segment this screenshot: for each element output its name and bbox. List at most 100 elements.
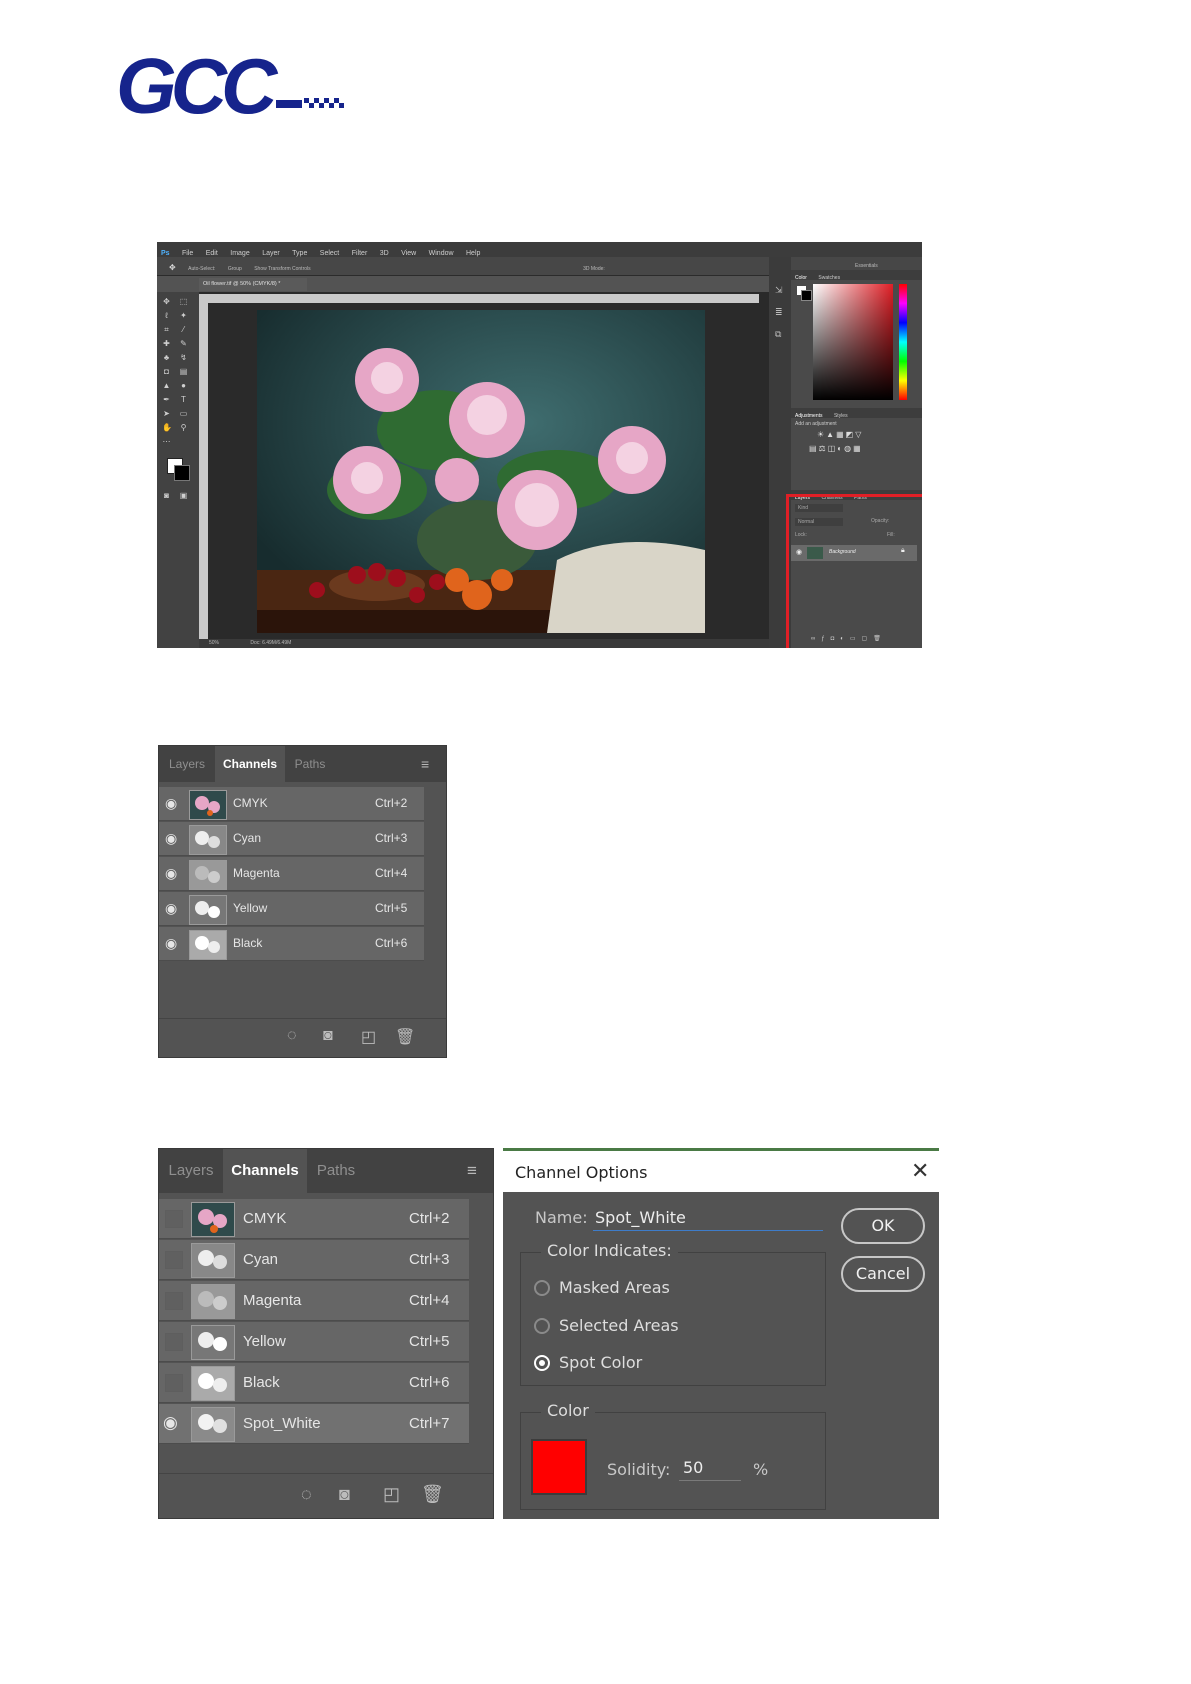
channel-row-cmyk[interactable]: ◉ CMYK Ctrl+2 <box>159 787 424 821</box>
selected-areas-radio[interactable] <box>534 1318 550 1334</box>
visibility-toggle[interactable] <box>165 1292 183 1310</box>
group-select[interactable]: Group <box>228 266 242 272</box>
trash-icon[interactable]: 🗑︎ <box>395 1027 415 1047</box>
menu-file[interactable]: File <box>182 250 193 257</box>
visibility-eye-icon[interactable]: ◉ <box>165 900 177 917</box>
crop-tool-icon[interactable]: ⌗ <box>162 326 171 334</box>
channel-row-black[interactable]: Black Ctrl+6 <box>159 1363 469 1403</box>
tab-channels[interactable]: Channels <box>215 746 285 782</box>
zoom-level[interactable]: 50% <box>209 640 219 646</box>
menu-image[interactable]: Image <box>230 250 249 257</box>
shape-tool-icon[interactable]: ▭ <box>179 410 188 418</box>
blur-tool-icon[interactable]: ▲ <box>162 382 171 390</box>
document-canvas-image[interactable] <box>257 310 705 633</box>
visibility-eye-icon[interactable]: ◉ <box>165 865 177 882</box>
stamp-tool-icon[interactable]: ♣ <box>162 354 171 362</box>
masked-areas-radio[interactable] <box>534 1280 550 1296</box>
gradient-tool-icon[interactable]: ▤ <box>179 368 188 376</box>
lasso-tool-icon[interactable]: ℓ <box>162 312 171 320</box>
channel-row-yellow[interactable]: Yellow Ctrl+5 <box>159 1322 469 1362</box>
new-channel-icon[interactable]: ◰ <box>383 1484 400 1505</box>
properties-panel-icon[interactable]: ≣ <box>775 307 783 318</box>
tab-swatches[interactable]: Swatches <box>818 275 840 281</box>
brush-tool-icon[interactable]: ✎ <box>179 340 188 348</box>
visibility-toggle[interactable] <box>165 1374 183 1392</box>
background-color-swatch[interactable] <box>174 465 190 481</box>
path-select-tool-icon[interactable]: ➤ <box>162 410 171 418</box>
color-field[interactable] <box>813 284 893 400</box>
menu-select[interactable]: Select <box>320 250 339 257</box>
channel-row-magenta[interactable]: ◉ Magenta Ctrl+4 <box>159 857 424 891</box>
menu-window[interactable]: Window <box>429 250 454 257</box>
healing-tool-icon[interactable]: ✚ <box>162 340 171 348</box>
dodge-tool-icon[interactable]: ● <box>179 382 188 390</box>
tab-adjustments[interactable]: Adjustments <box>795 413 823 419</box>
trash-icon[interactable]: 🗑︎ <box>421 1484 444 1505</box>
menu-3d[interactable]: 3D <box>380 250 389 257</box>
solidity-field[interactable]: 50 <box>683 1458 703 1477</box>
hue-slider[interactable] <box>899 284 907 400</box>
channel-row-yellow[interactable]: ◉ Yellow Ctrl+5 <box>159 892 424 926</box>
move-tool-icon[interactable]: ✥ <box>169 263 176 272</box>
panel-menu-icon[interactable]: ≡ <box>421 756 429 772</box>
channel-row-spot-white[interactable]: ◉ Spot_White Ctrl+7 <box>159 1404 469 1444</box>
hand-tool-icon[interactable]: ✋ <box>162 424 172 432</box>
tab-channels[interactable]: Channels <box>223 1149 307 1193</box>
auto-select-checkbox[interactable]: Auto-Select: <box>188 266 215 272</box>
type-tool-icon[interactable]: T <box>179 396 188 404</box>
visibility-eye-icon[interactable]: ◉ <box>165 830 177 847</box>
channel-row-magenta[interactable]: Magenta Ctrl+4 <box>159 1281 469 1321</box>
save-selection-icon[interactable]: ◙ <box>339 1484 350 1505</box>
panel-menu-icon[interactable]: ≡ <box>467 1161 477 1181</box>
channel-row-cyan[interactable]: Cyan Ctrl+3 <box>159 1240 469 1280</box>
visibility-toggle[interactable] <box>165 1251 183 1269</box>
visibility-eye-icon[interactable]: ◉ <box>163 1413 178 1433</box>
document-tab[interactable]: Oil flower.tif @ 50% (CMYK/8) * <box>199 278 307 291</box>
more-tools-icon[interactable]: ⋯ <box>162 438 171 446</box>
tab-paths[interactable]: Paths <box>285 746 335 782</box>
zoom-tool-icon[interactable]: ⚲ <box>179 424 188 432</box>
spot-color-radio[interactable] <box>534 1355 550 1371</box>
history-brush-tool-icon[interactable]: ↯ <box>179 354 188 362</box>
spot-color-swatch[interactable] <box>531 1439 587 1495</box>
quick-mask-icon[interactable]: ◙ <box>162 492 171 500</box>
tab-paths[interactable]: Paths <box>307 1149 365 1193</box>
pen-tool-icon[interactable]: ✒ <box>162 396 171 404</box>
load-selection-icon[interactable]: ◌ <box>301 1484 312 1505</box>
name-field[interactable]: Spot_White <box>595 1208 686 1227</box>
load-selection-icon[interactable]: ◌ <box>287 1027 297 1045</box>
magic-wand-tool-icon[interactable]: ✦ <box>179 312 188 320</box>
new-channel-icon[interactable]: ◰ <box>361 1027 376 1047</box>
show-transform-checkbox[interactable]: Show Transform Controls <box>254 266 310 272</box>
selected-areas-label[interactable]: Selected Areas <box>559 1316 679 1335</box>
move-tool-icon[interactable]: ✥ <box>162 298 171 306</box>
save-selection-icon[interactable]: ◙ <box>323 1027 333 1045</box>
tab-color[interactable]: Color <box>795 275 807 281</box>
info-panel-icon[interactable]: ⧉ <box>775 329 781 340</box>
spot-color-label[interactable]: Spot Color <box>559 1353 642 1372</box>
channel-row-cyan[interactable]: ◉ Cyan Ctrl+3 <box>159 822 424 856</box>
ok-button[interactable]: OK <box>841 1208 925 1244</box>
tab-layers[interactable]: Layers <box>159 1149 223 1193</box>
marquee-tool-icon[interactable]: ⬚ <box>179 298 188 306</box>
menu-edit[interactable]: Edit <box>206 250 218 257</box>
cancel-button[interactable]: Cancel <box>841 1256 925 1292</box>
visibility-toggle[interactable] <box>165 1333 183 1351</box>
menu-help[interactable]: Help <box>466 250 480 257</box>
visibility-eye-icon[interactable]: ◉ <box>165 795 177 812</box>
color-bg-swatch[interactable] <box>801 290 812 301</box>
tab-layers[interactable]: Layers <box>159 746 215 782</box>
channel-row-cmyk[interactable]: CMYK Ctrl+2 <box>159 1199 469 1239</box>
close-icon[interactable]: ✕ <box>911 1159 929 1184</box>
eyedropper-tool-icon[interactable]: ⁄ <box>179 326 188 334</box>
visibility-toggle[interactable] <box>165 1210 183 1228</box>
adjustment-icons-row-1[interactable]: ☀▲▦◩▽ <box>817 430 863 439</box>
visibility-eye-icon[interactable]: ◉ <box>165 935 177 952</box>
channel-row-black[interactable]: ◉ Black Ctrl+6 <box>159 927 424 961</box>
menu-type[interactable]: Type <box>292 250 307 257</box>
screen-mode-icon[interactable]: ▣ <box>179 492 188 500</box>
adjustment-icons-row-2[interactable]: ▤⚖◫◐◍▦ <box>809 444 863 453</box>
tab-styles[interactable]: Styles <box>834 413 848 419</box>
masked-areas-label[interactable]: Masked Areas <box>559 1278 670 1297</box>
history-panel-icon[interactable]: ⇲ <box>775 285 783 296</box>
